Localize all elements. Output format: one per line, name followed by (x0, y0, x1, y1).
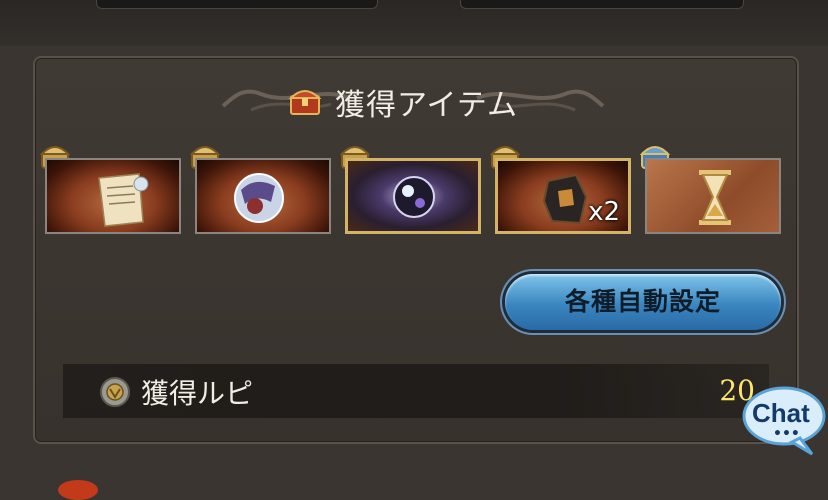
item-count: x2 (588, 197, 620, 227)
crystal-orb-icon (393, 176, 435, 218)
panel-header: 獲得アイテム (35, 68, 797, 123)
item-slot-crystal-orb[interactable] (345, 158, 481, 234)
scroll-icon (98, 173, 149, 227)
top-slot-right (460, 0, 744, 9)
item-slot-character-orb[interactable] (195, 158, 331, 234)
obtained-items-panel: 獲得アイテム x2 各種自動設定 獲得ルピ 20 (33, 56, 799, 444)
panel-title: 獲得アイテム (335, 88, 518, 123)
top-slot-left (96, 0, 378, 9)
character-orb-icon (234, 173, 284, 223)
chat-dots-icon: ••• (773, 426, 800, 442)
treasure-chest-icon (288, 90, 322, 115)
rupee-row: 獲得ルピ 20 (63, 364, 769, 418)
rupee-label: 獲得ルピ (141, 377, 254, 410)
item-slot-hourglass[interactable] (645, 158, 781, 234)
left-flourish-icon (221, 89, 350, 112)
bottom-partial-icon (58, 480, 98, 500)
hourglass-icon (699, 170, 731, 225)
item-slot-rock-shard[interactable]: x2 (495, 158, 631, 234)
item-slot-scroll[interactable] (45, 158, 181, 234)
chat-label: Chat (752, 398, 810, 428)
auto-settings-button[interactable]: 各種自動設定 (505, 274, 781, 330)
rupee-coin-icon (100, 377, 130, 407)
top-bar (0, 0, 828, 46)
